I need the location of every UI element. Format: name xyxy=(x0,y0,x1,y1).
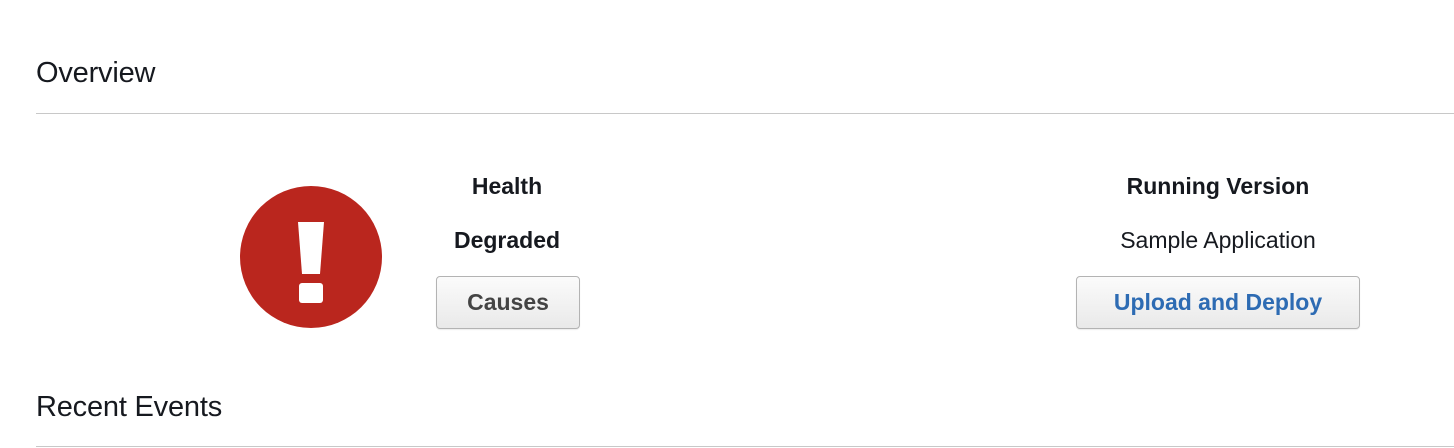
health-status: Degraded xyxy=(453,227,561,253)
health-label: Health xyxy=(471,173,543,199)
overview-heading: Overview xyxy=(36,57,156,89)
exclamation-icon xyxy=(298,222,324,303)
health-degraded-icon xyxy=(240,186,382,328)
running-version-value: Sample Application xyxy=(1120,227,1316,253)
recent-events-divider xyxy=(36,446,1454,447)
recent-events-heading: Recent Events xyxy=(36,391,222,423)
upload-and-deploy-button[interactable]: Upload and Deploy xyxy=(1076,276,1360,329)
running-version-label: Running Version xyxy=(1126,173,1310,199)
causes-button[interactable]: Causes xyxy=(436,276,580,329)
overview-divider xyxy=(36,113,1454,114)
